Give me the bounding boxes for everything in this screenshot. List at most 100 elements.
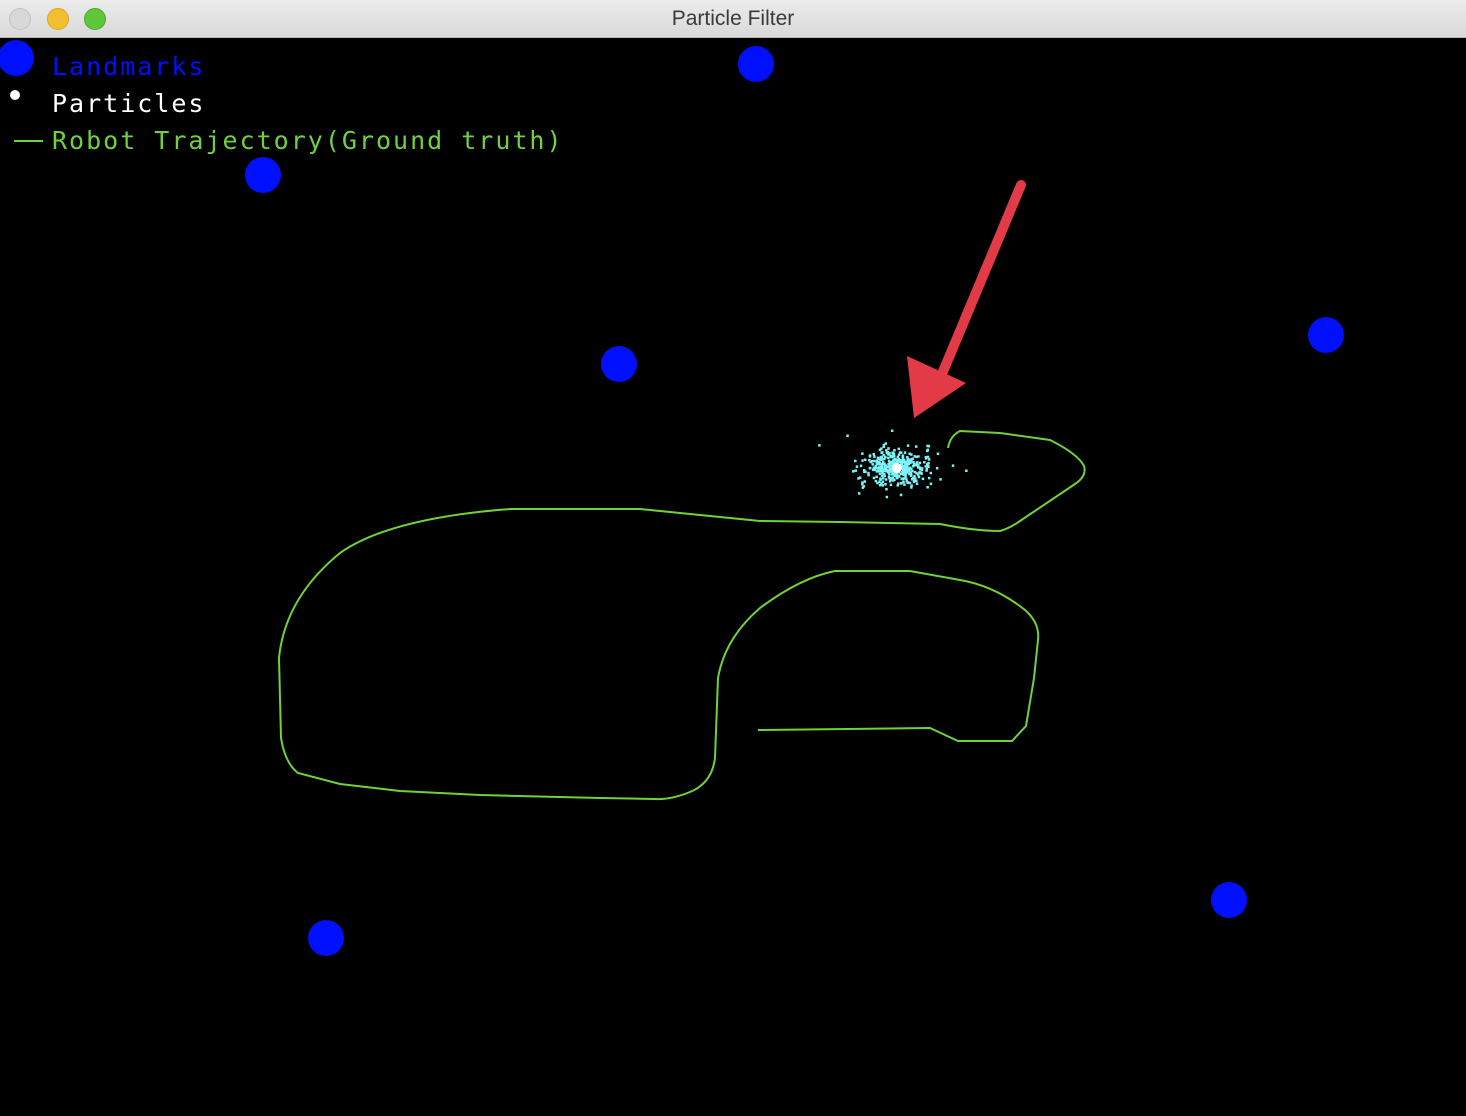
particle — [965, 469, 968, 472]
particle — [926, 486, 929, 489]
particle — [886, 456, 890, 460]
window-title: Particle Filter — [671, 7, 795, 30]
particle — [868, 466, 872, 470]
landmark — [1211, 882, 1247, 918]
particle — [897, 475, 901, 478]
particle — [880, 447, 883, 450]
particle — [906, 444, 910, 447]
particle — [926, 455, 930, 459]
particle — [910, 453, 913, 456]
particle — [879, 469, 882, 472]
particle — [885, 495, 889, 499]
particle — [951, 464, 955, 467]
particle — [897, 447, 901, 451]
particle — [927, 458, 931, 461]
particle — [855, 465, 859, 468]
particle — [903, 483, 906, 486]
particle — [881, 451, 884, 454]
particle — [900, 482, 903, 485]
particle — [884, 442, 887, 445]
particle — [929, 482, 933, 486]
particle — [868, 458, 871, 462]
particle — [852, 470, 855, 473]
particle — [873, 455, 876, 458]
particle — [875, 475, 878, 479]
particle — [874, 464, 877, 468]
particle — [884, 470, 888, 473]
particle — [927, 444, 931, 448]
particle — [879, 478, 882, 481]
particle — [887, 475, 891, 479]
particle — [903, 473, 906, 476]
particle — [863, 470, 866, 473]
particle — [915, 479, 918, 483]
title-bar: Particle Filter — [0, 0, 1466, 38]
particle — [880, 457, 883, 461]
particle — [897, 482, 900, 485]
particle — [874, 479, 878, 483]
particle — [914, 464, 918, 467]
particle — [917, 475, 921, 479]
particle — [883, 462, 886, 466]
particle — [905, 465, 909, 468]
particle — [915, 482, 919, 485]
particle — [907, 458, 911, 462]
particle — [897, 460, 901, 463]
particle — [925, 469, 928, 472]
particle — [854, 469, 857, 472]
particle — [861, 459, 864, 462]
particle — [912, 480, 916, 483]
particle — [886, 452, 890, 456]
particle — [889, 483, 893, 487]
canvas-background — [0, 38, 1466, 1116]
particle — [881, 471, 884, 475]
particle — [861, 452, 864, 455]
particle — [918, 461, 922, 465]
particle — [882, 454, 885, 457]
particle — [924, 456, 928, 459]
particle — [857, 477, 860, 480]
particle — [917, 473, 920, 476]
particle — [882, 477, 885, 480]
particle — [921, 477, 925, 481]
particle — [878, 480, 881, 484]
particle — [902, 468, 905, 471]
particle — [877, 467, 880, 470]
landmark — [1308, 317, 1344, 353]
particle — [910, 478, 914, 481]
particle — [901, 454, 905, 457]
particle — [871, 463, 874, 466]
particle — [863, 480, 866, 483]
particle — [887, 447, 890, 450]
particle — [895, 460, 899, 464]
particle — [898, 451, 902, 454]
particle — [914, 477, 917, 480]
landmark — [308, 920, 344, 956]
particle — [878, 483, 882, 487]
particle — [854, 459, 857, 463]
legend-landmarks-label: Landmarks — [52, 52, 205, 81]
particle — [872, 453, 875, 456]
particle — [881, 480, 885, 483]
particle — [872, 476, 876, 480]
particle — [902, 480, 905, 484]
particle — [861, 483, 864, 486]
particle — [905, 477, 908, 481]
particle — [903, 465, 906, 468]
particle — [876, 456, 880, 460]
particle — [888, 473, 891, 476]
particle — [935, 467, 939, 470]
particle — [920, 468, 924, 471]
particle — [890, 455, 894, 459]
particle — [890, 429, 894, 432]
particle — [910, 484, 913, 487]
particle — [939, 478, 942, 481]
particle — [910, 460, 913, 463]
particle — [905, 480, 908, 483]
landmark — [738, 46, 774, 82]
particle — [927, 465, 930, 469]
particle — [897, 453, 901, 456]
particle — [889, 462, 893, 465]
particle — [880, 464, 883, 467]
particle — [818, 444, 821, 447]
